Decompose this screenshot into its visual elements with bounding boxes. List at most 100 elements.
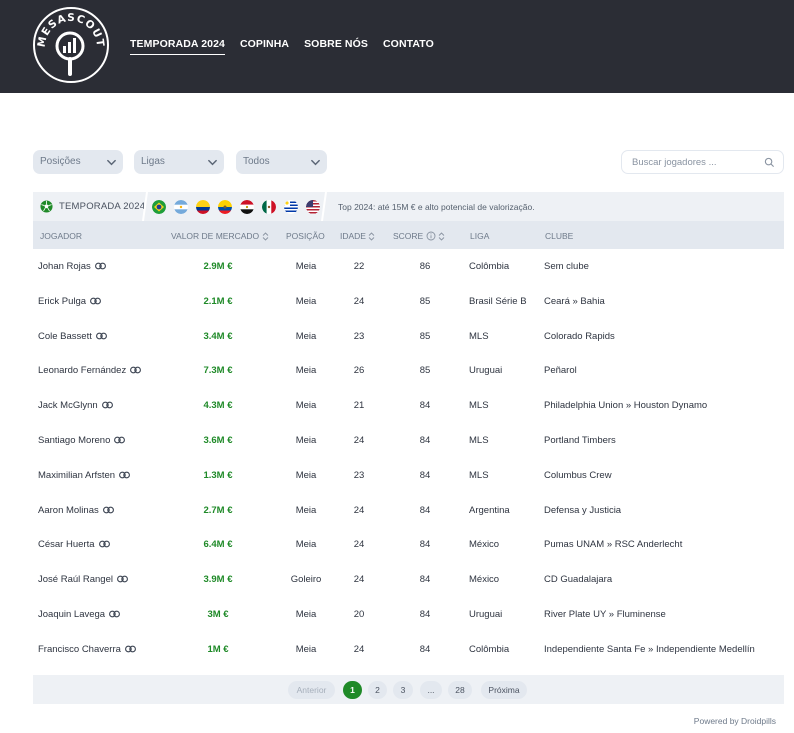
pagination-next[interactable]: Próxima xyxy=(481,681,527,699)
player-score: 86 xyxy=(419,261,431,272)
pagination-previous[interactable]: Anterior xyxy=(288,681,335,699)
table-row[interactable]: Johan Rojas 2.9M € Meia 22 86 Colômbia Sem clu… xyxy=(33,249,784,284)
usa-flag-icon[interactable] xyxy=(306,200,320,214)
table-row[interactable]: Francisco Chaverra 1M € Meia 24 84 Colômbia In… xyxy=(33,632,784,667)
table-row[interactable]: Santiago Moreno 3.6M € Meia 24 84 MLS Portland… xyxy=(33,423,784,458)
player-score: 84 xyxy=(419,574,431,586)
player-name-cell[interactable]: Santiago Moreno xyxy=(38,434,126,446)
colombia-flag-icon[interactable] xyxy=(196,200,210,214)
player-name-cell[interactable]: Cole Bassett xyxy=(38,331,107,342)
nav-contato[interactable]: CONTATO xyxy=(383,38,434,55)
table-row[interactable]: Cole Bassett 3.4M € Meia 23 85 MLS Colorado Ra… xyxy=(33,319,784,354)
player-name-cell[interactable]: Francisco Chaverra xyxy=(38,644,136,655)
link-icon[interactable] xyxy=(102,506,114,514)
player-club: Ceará » Bahia xyxy=(544,295,605,307)
market-value: 4.3M € xyxy=(203,400,233,412)
player-position: Meia xyxy=(295,643,317,655)
player-league: Argentina xyxy=(469,504,510,516)
table-row[interactable]: Aaron Molinas 2.7M € Meia 24 84 Argentina Defe… xyxy=(33,493,784,528)
player-name: César Huerta xyxy=(38,539,95,551)
header-score-sort[interactable]: SCORE xyxy=(393,231,445,241)
player-name: Francisco Chaverra xyxy=(38,643,121,655)
header-age-label: IDADE xyxy=(340,231,366,241)
player-name-cell[interactable]: Erick Pulga xyxy=(38,296,102,307)
player-age: 26 xyxy=(353,365,365,377)
header-score-label: SCORE xyxy=(393,231,424,241)
egypt-flag-icon[interactable] xyxy=(240,200,254,214)
player-name-cell[interactable]: José Raúl Rangel xyxy=(38,574,128,585)
pagination: Anterior 1 2 3 ... 28 Próxima xyxy=(33,675,784,704)
nav-sobre-nos[interactable]: SOBRE NÓS xyxy=(304,38,368,55)
site-header: MESASCOUT TEMPORADA 2024 COPINHA SOBRE N… xyxy=(0,0,794,93)
player-age: 24 xyxy=(353,504,365,516)
pagination-page-28[interactable]: 28 xyxy=(448,681,472,699)
pagination-page-1[interactable]: 1 xyxy=(343,681,362,699)
table-row[interactable]: Maximilian Arfsten 1.3M € Meia 23 84 MLS Colum… xyxy=(33,458,784,493)
header-age-sort[interactable]: IDADE xyxy=(340,231,375,241)
link-icon[interactable] xyxy=(101,401,113,409)
table-row[interactable]: Erick Pulga 2.1M € Meia 24 85 Brasil Série B C… xyxy=(33,284,784,319)
link-icon[interactable] xyxy=(130,366,142,374)
player-name-cell[interactable]: Johan Rojas xyxy=(38,261,106,272)
brazil-flag-icon[interactable] xyxy=(152,200,166,214)
nav-copinha[interactable]: COPINHA xyxy=(240,38,289,55)
player-name-cell[interactable]: Aaron Molinas xyxy=(38,505,114,516)
table-row[interactable]: Jack McGlynn 4.3M € Meia 21 84 MLS Philadelphi… xyxy=(33,388,784,423)
chevron-down-icon xyxy=(208,159,217,166)
ecuador-flag-icon[interactable] xyxy=(218,200,232,214)
player-age: 24 xyxy=(353,539,365,551)
link-icon[interactable] xyxy=(109,610,121,618)
pagination-page-3[interactable]: 3 xyxy=(393,681,413,699)
link-icon[interactable] xyxy=(114,436,126,444)
player-club: Columbus Crew xyxy=(544,469,612,481)
player-name-cell[interactable]: Maximilian Arfsten xyxy=(38,470,131,481)
leagues-select[interactable]: Ligas xyxy=(134,150,224,174)
market-value: 2.9M € xyxy=(203,261,233,272)
powered-by-link[interactable]: Powered by Droidpills xyxy=(694,716,776,726)
search-placeholder: Buscar jogadores ... xyxy=(632,157,717,168)
table-row[interactable]: César Huerta 6.4M € Meia 24 84 México Pumas UN… xyxy=(33,527,784,562)
player-name: Aaron Molinas xyxy=(38,504,99,516)
player-score: 84 xyxy=(419,539,431,551)
link-icon[interactable] xyxy=(124,645,136,653)
player-name-cell[interactable]: Leonardo Fernández xyxy=(38,365,142,376)
header-value-sort[interactable]: VALOR DE MERCADO xyxy=(171,231,269,241)
player-league: Colômbia xyxy=(469,261,510,272)
argentina-flag-icon[interactable] xyxy=(174,200,188,214)
mesascout-logo[interactable]: MESASCOUT xyxy=(32,6,110,84)
uruguay-flag-icon[interactable] xyxy=(284,200,298,214)
nav-temporada-2024[interactable]: TEMPORADA 2024 xyxy=(130,38,225,55)
market-value: 3.6M € xyxy=(203,434,233,446)
player-name: Santiago Moreno xyxy=(38,434,111,446)
link-icon[interactable] xyxy=(119,471,131,479)
table-row[interactable]: Leonardo Fernández 7.3M € Meia 26 85 Uruguai P… xyxy=(33,353,784,388)
header-position: POSIÇÃO xyxy=(286,231,325,241)
player-club: River Plate UY » Fluminense xyxy=(544,608,666,620)
player-name-cell[interactable]: César Huerta xyxy=(38,539,110,550)
pagination-page-2[interactable]: 2 xyxy=(368,681,387,699)
players-table-body: Johan Rojas 2.9M € Meia 22 86 Colômbia Sem clu… xyxy=(33,249,784,667)
positions-select[interactable]: Posições xyxy=(33,150,123,174)
link-icon[interactable] xyxy=(90,297,102,305)
all-select[interactable]: Todos xyxy=(236,150,327,174)
player-league: Uruguai xyxy=(469,608,503,620)
player-club: Philadelphia Union » Houston Dynamo xyxy=(544,400,708,412)
header-player: JOGADOR xyxy=(40,231,83,241)
main-nav: TEMPORADA 2024 COPINHA SOBRE NÓS CONTATO xyxy=(130,38,434,55)
link-icon[interactable] xyxy=(98,540,110,548)
player-league: MLS xyxy=(469,469,489,481)
player-position: Meia xyxy=(295,295,317,307)
player-league: MLS xyxy=(469,400,489,412)
table-row[interactable]: José Raúl Rangel 3.9M € Goleiro 24 84 México C… xyxy=(33,562,784,597)
player-name-cell[interactable]: Joaquin Lavega xyxy=(38,609,121,620)
mexico-flag-icon[interactable] xyxy=(262,200,276,214)
player-club: Independiente Santa Fe » Independiente M… xyxy=(544,643,755,655)
table-row[interactable]: Joaquin Lavega 3M € Meia 20 84 Uruguai River P… xyxy=(33,597,784,632)
info-icon[interactable] xyxy=(426,231,436,241)
link-icon[interactable] xyxy=(95,332,107,340)
player-name-cell[interactable]: Jack McGlynn xyxy=(38,400,113,411)
link-icon[interactable] xyxy=(117,575,128,583)
player-age: 24 xyxy=(353,643,365,655)
link-icon[interactable] xyxy=(94,262,106,270)
search-input[interactable]: Buscar jogadores ... xyxy=(621,150,784,174)
